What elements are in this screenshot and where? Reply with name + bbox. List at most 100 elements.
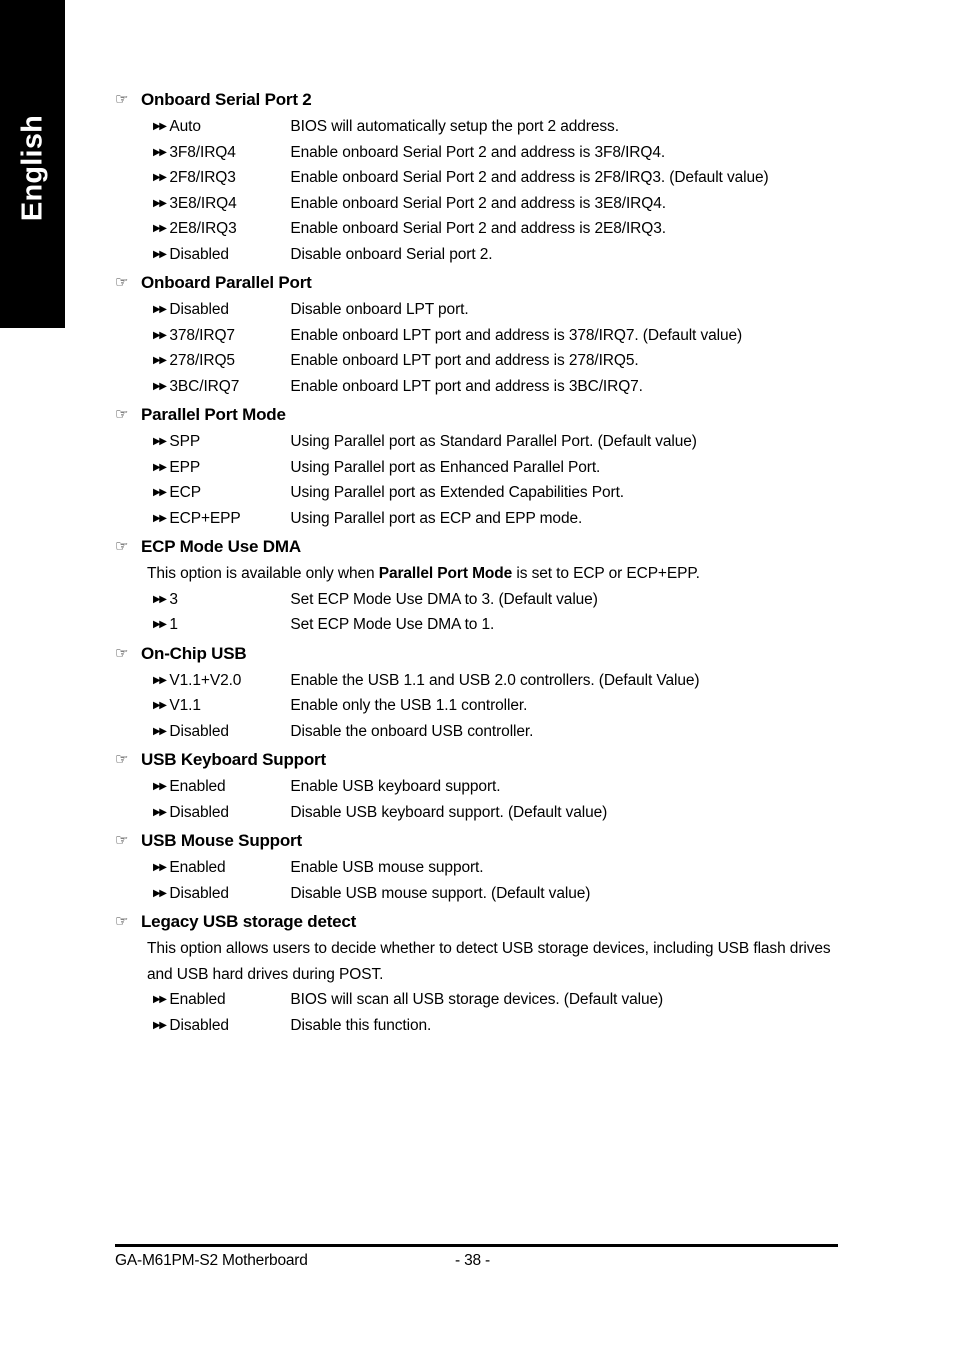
footer-page-number: - 38 - xyxy=(455,1252,490,1269)
double-arrow-icon: ▶▶ xyxy=(153,436,167,447)
option-value-label: 378/IRQ7 xyxy=(169,326,235,344)
option-description: Enable onboard Serial Port 2 and address… xyxy=(290,194,666,212)
pointing-hand-icon: ☞ xyxy=(115,91,129,108)
double-arrow-icon: ▶▶ xyxy=(153,223,167,234)
option-description: Set ECP Mode Use DMA to 3. (Default valu… xyxy=(290,590,598,608)
option-row: ▶▶ 1 Set ECP Mode Use DMA to 1. xyxy=(153,612,855,638)
option-value-label: 3E8/IRQ4 xyxy=(169,194,237,212)
footer-divider xyxy=(115,1244,838,1247)
option-description: Using Parallel port as Extended Capabili… xyxy=(290,484,624,501)
section-note-emphasis: Parallel Port Mode xyxy=(378,565,513,582)
bios-option-section: ☞ Onboard Serial Port 2 ▶▶ Auto BIOS will au… xyxy=(115,88,855,267)
section-heading: ☞ Parallel Port Mode xyxy=(115,403,855,426)
section-heading: ☞ Onboard Parallel Port xyxy=(115,271,855,294)
double-arrow-icon: ▶▶ xyxy=(153,674,167,686)
option-row: ▶▶ 378/IRQ7 Enable onboard LPT port and ad… xyxy=(153,323,855,349)
double-arrow-icon: ▶▶ xyxy=(153,146,167,158)
option-value-label: V1.1+V2.0 xyxy=(169,671,242,689)
option-description: Enable onboard Serial Port 2 and address… xyxy=(290,220,666,237)
bios-option-section: ☞ USB Mouse Support ▶▶ Enabled Enable USB mo… xyxy=(115,829,855,906)
option-value-label: ECP xyxy=(169,484,201,501)
section-title: Legacy USB storage detect xyxy=(141,912,357,931)
section-title: ECP Mode Use DMA xyxy=(141,537,301,556)
option-row: ▶▶ Disabled Disable onboard LPT port. xyxy=(153,297,855,323)
option-description: Enable USB mouse support. xyxy=(290,859,484,876)
section-heading: ☞ Legacy USB storage detect xyxy=(115,910,855,933)
option-description: Enable USB keyboard support. xyxy=(290,778,501,795)
option-value-label: Enabled xyxy=(169,991,226,1008)
double-arrow-icon: ▶▶ xyxy=(153,593,167,605)
section-note: This option is available only when Paral… xyxy=(147,561,855,587)
option-description: Enable onboard LPT port and address is 2… xyxy=(290,352,639,369)
pointing-hand-icon: ☞ xyxy=(115,538,129,555)
option-row: ▶▶ Disabled Disable the onboard USB contro… xyxy=(153,719,855,745)
bios-option-section: ☞ ECP Mode Use DMA This option is availabl… xyxy=(115,535,855,638)
option-description: Enable onboard Serial Port 2 and address… xyxy=(290,169,769,186)
section-heading: ☞ On-Chip USB xyxy=(115,642,855,665)
option-description: Disable onboard LPT port. xyxy=(290,301,469,318)
option-row: ▶▶ 2E8/IRQ3 Enable onboard Serial Port 2 a… xyxy=(153,216,855,242)
option-row: ▶▶ 3 Set ECP Mode Use DMA to 3. (Default v… xyxy=(153,587,855,613)
pointing-hand-icon: ☞ xyxy=(115,832,129,849)
option-value-label: Disabled xyxy=(169,722,229,740)
double-arrow-icon: ▶▶ xyxy=(153,355,167,366)
double-arrow-icon: ▶▶ xyxy=(153,172,167,183)
option-description: Enable onboard LPT port and address is 3… xyxy=(290,377,643,395)
section-title: USB Keyboard Support xyxy=(141,750,326,769)
document-content: ☞ Onboard Serial Port 2 ▶▶ Auto BIOS will au… xyxy=(115,88,855,1042)
option-value-label: 3F8/IRQ4 xyxy=(169,143,236,161)
option-description: Enable onboard Serial Port 2 and address… xyxy=(290,143,666,161)
option-value-label: 278/IRQ5 xyxy=(169,352,235,369)
option-value-label: 2E8/IRQ3 xyxy=(169,220,237,237)
double-arrow-icon: ▶▶ xyxy=(153,1019,167,1031)
option-description: BIOS will scan all USB storage devices. … xyxy=(290,991,664,1008)
double-arrow-icon: ▶▶ xyxy=(153,380,167,392)
option-row: ▶▶ Disabled Disable onboard Serial port 2. xyxy=(153,242,855,268)
double-arrow-icon: ▶▶ xyxy=(153,862,167,873)
section-heading: ☞ USB Mouse Support xyxy=(115,829,855,852)
option-row: ▶▶ ECP Using Parallel port as Extended Cap… xyxy=(153,480,855,506)
double-arrow-icon: ▶▶ xyxy=(153,304,167,315)
double-arrow-icon: ▶▶ xyxy=(153,806,167,818)
section-note-text-tail: is set to ECP or ECP+EPP. xyxy=(512,565,700,582)
option-value-label: Enabled xyxy=(169,778,226,795)
option-row: ▶▶ V1.1+V2.0 Enable the USB 1.1 and USB 2.… xyxy=(153,668,855,694)
double-arrow-icon: ▶▶ xyxy=(153,619,167,630)
option-value-label: Auto xyxy=(169,118,201,135)
option-value-label: ECP+EPP xyxy=(169,509,241,527)
option-row: ▶▶ 278/IRQ5 Enable onboard LPT port and ad… xyxy=(153,348,855,374)
double-arrow-icon: ▶▶ xyxy=(153,329,167,341)
option-value-label: 2F8/IRQ3 xyxy=(169,169,236,186)
section-note: This option allows users to decide wheth… xyxy=(147,940,831,983)
section-heading: ☞ USB Keyboard Support xyxy=(115,748,855,771)
option-description: Using Parallel port as Enhanced Parallel… xyxy=(290,458,601,476)
option-row: ▶▶ Disabled Disable USB mouse support. (De… xyxy=(153,881,855,907)
option-row: ▶▶ SPP Using Parallel port as Standard Par… xyxy=(153,429,855,455)
bios-option-section: ☞ On-Chip USB ▶▶ V1.1+V2.0 Enable the USB 1.… xyxy=(115,642,855,745)
option-description: Disable onboard Serial port 2. xyxy=(290,245,493,263)
double-arrow-icon: ▶▶ xyxy=(153,197,167,209)
option-row: ▶▶ Enabled Enable USB mouse support. xyxy=(153,855,855,881)
pointing-hand-icon: ☞ xyxy=(115,406,129,423)
option-description: Disable USB mouse support. (Default valu… xyxy=(290,884,591,902)
language-tab: English xyxy=(0,0,65,328)
option-value-label: Disabled xyxy=(169,803,229,821)
option-description: Disable the onboard USB controller. xyxy=(290,722,534,740)
option-row: ▶▶ Disabled Disable this function. xyxy=(153,1013,855,1039)
section-title: Parallel Port Mode xyxy=(141,405,286,424)
option-row: ▶▶ 3F8/IRQ4 Enable onboard Serial Port 2 a… xyxy=(153,140,855,166)
pointing-hand-icon: ☞ xyxy=(115,751,129,768)
double-arrow-icon: ▶▶ xyxy=(153,248,167,260)
double-arrow-icon: ▶▶ xyxy=(153,781,167,792)
double-arrow-icon: ▶▶ xyxy=(153,512,167,524)
language-tab-label: English xyxy=(16,114,48,222)
option-row: ▶▶ Disabled Disable USB keyboard support. … xyxy=(153,800,855,826)
option-row: ▶▶ Enabled BIOS will scan all USB storage … xyxy=(153,987,855,1013)
option-value-label: Disabled xyxy=(169,245,229,263)
option-description: Set ECP Mode Use DMA to 1. xyxy=(290,616,495,633)
section-heading: ☞ Onboard Serial Port 2 xyxy=(115,88,855,111)
bios-option-section: ☞ USB Keyboard Support ▶▶ Enabled Enable USB… xyxy=(115,748,855,825)
pointing-hand-icon: ☞ xyxy=(115,644,129,662)
pointing-hand-icon: ☞ xyxy=(115,913,129,930)
footer-product-name: GA-M61PM-S2 Motherboard xyxy=(115,1252,308,1269)
